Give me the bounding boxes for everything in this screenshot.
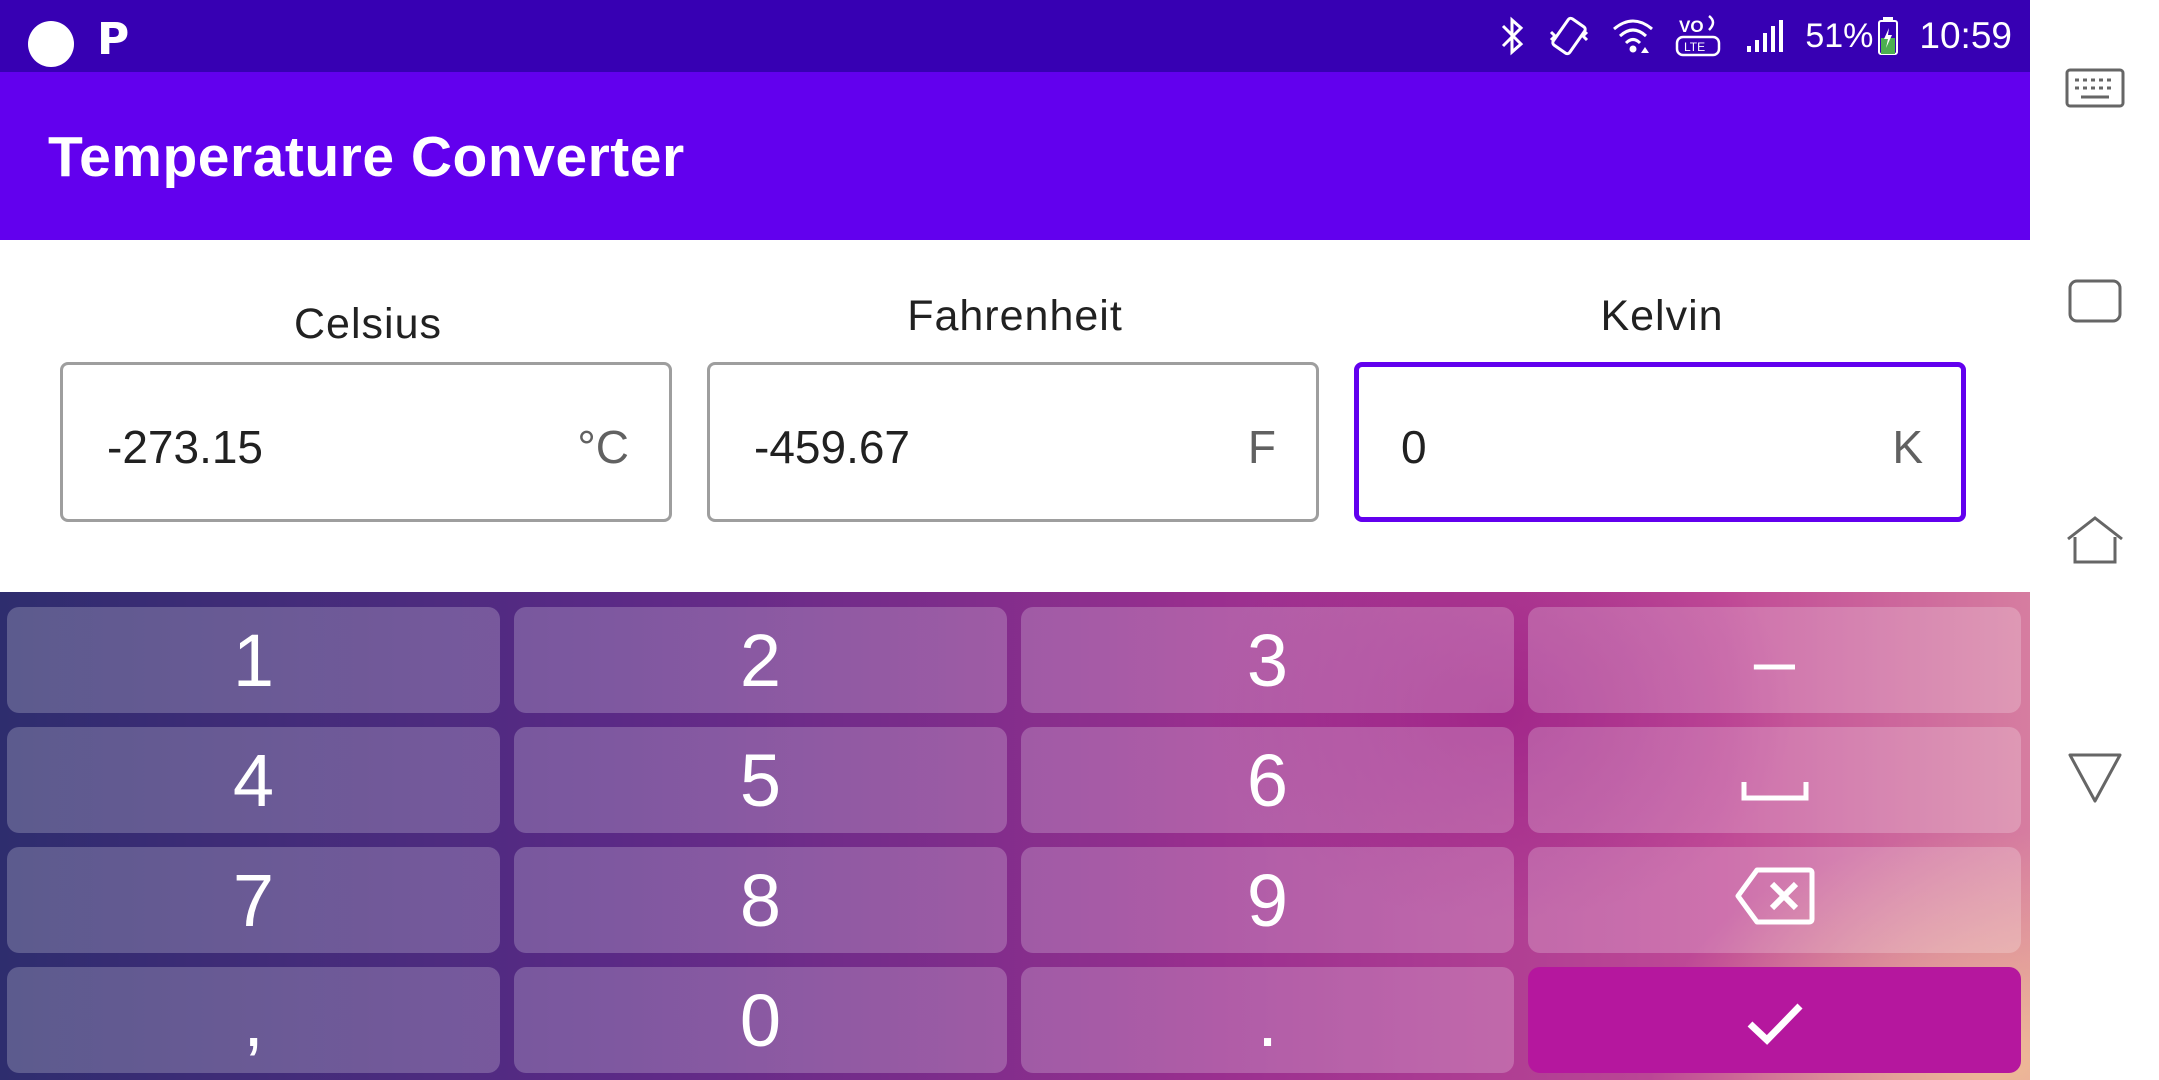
- battery-percent: 51%: [1805, 16, 1874, 55]
- key-done[interactable]: [1528, 967, 2021, 1073]
- vibrate-icon: [1547, 14, 1591, 58]
- status-bar: P VO LTE 51% 10:59: [0, 0, 2030, 72]
- celsius-label: Celsius: [294, 300, 442, 348]
- key-3[interactable]: 3: [1021, 607, 1514, 713]
- key-9[interactable]: 9: [1021, 847, 1514, 953]
- numeric-keyboard: 1 2 3 – 4 5 6 7 8 9 , 0 .: [0, 592, 2030, 1080]
- key-1[interactable]: 1: [7, 607, 500, 713]
- wifi-icon: [1611, 15, 1655, 57]
- key-space[interactable]: [1528, 727, 2021, 833]
- kelvin-field[interactable]: 0 K: [1354, 362, 1966, 522]
- circle-icon: [28, 21, 74, 67]
- recents-button[interactable]: [2030, 278, 2159, 329]
- key-8[interactable]: 8: [514, 847, 1007, 953]
- kelvin-unit: K: [1892, 421, 1923, 473]
- status-icons: VO LTE 51% 10:59: [1497, 0, 2012, 72]
- key-period[interactable]: .: [1021, 967, 1514, 1073]
- app-title: Temperature Converter: [48, 125, 685, 189]
- back-button[interactable]: [2030, 752, 2159, 809]
- keyboard-icon: [2065, 68, 2125, 115]
- svg-text:LTE: LTE: [1684, 40, 1705, 54]
- celsius-field[interactable]: -273.15 °C: [60, 362, 672, 522]
- converter-form: Celsius -273.15 °C Fahrenheit -459.67 F …: [0, 240, 2030, 592]
- fahrenheit-label: Fahrenheit: [907, 292, 1123, 340]
- celsius-unit: °C: [577, 421, 629, 473]
- celsius-value: -273.15: [107, 421, 264, 473]
- backspace-icon: [1735, 858, 1815, 943]
- key-comma[interactable]: ,: [7, 967, 500, 1073]
- clock: 10:59: [1919, 15, 2012, 56]
- recents-icon: [2067, 278, 2123, 329]
- app-bar: Temperature Converter: [0, 72, 2030, 240]
- battery-icon: [1877, 16, 1899, 56]
- space-icon: [1740, 738, 1810, 823]
- fahrenheit-value: -459.67: [754, 421, 911, 473]
- key-4[interactable]: 4: [7, 727, 500, 833]
- key-backspace[interactable]: [1528, 847, 2021, 953]
- key-6[interactable]: 6: [1021, 727, 1514, 833]
- fahrenheit-unit: F: [1247, 421, 1276, 473]
- parking-icon: P: [97, 14, 130, 65]
- key-2[interactable]: 2: [514, 607, 1007, 713]
- navigation-bar: [2030, 0, 2159, 1080]
- volte-icon: VO LTE: [1675, 12, 1725, 60]
- key-7[interactable]: 7: [7, 847, 500, 953]
- home-button[interactable]: [2030, 515, 2159, 570]
- signal-icon: [1745, 18, 1785, 54]
- key-0[interactable]: 0: [514, 967, 1007, 1073]
- kelvin-value: 0: [1401, 421, 1427, 473]
- check-icon: [1745, 978, 1805, 1063]
- fahrenheit-field[interactable]: -459.67 F: [707, 362, 1319, 522]
- back-icon: [2067, 752, 2123, 809]
- svg-text:VO: VO: [1679, 17, 1704, 36]
- key-minus[interactable]: –: [1528, 607, 2021, 713]
- kelvin-label: Kelvin: [1600, 292, 1724, 340]
- key-5[interactable]: 5: [514, 727, 1007, 833]
- keyboard-switch-button[interactable]: [2030, 68, 2159, 115]
- home-icon: [2065, 515, 2125, 570]
- battery-status: 51%: [1805, 16, 1899, 56]
- bluetooth-icon: [1497, 16, 1527, 56]
